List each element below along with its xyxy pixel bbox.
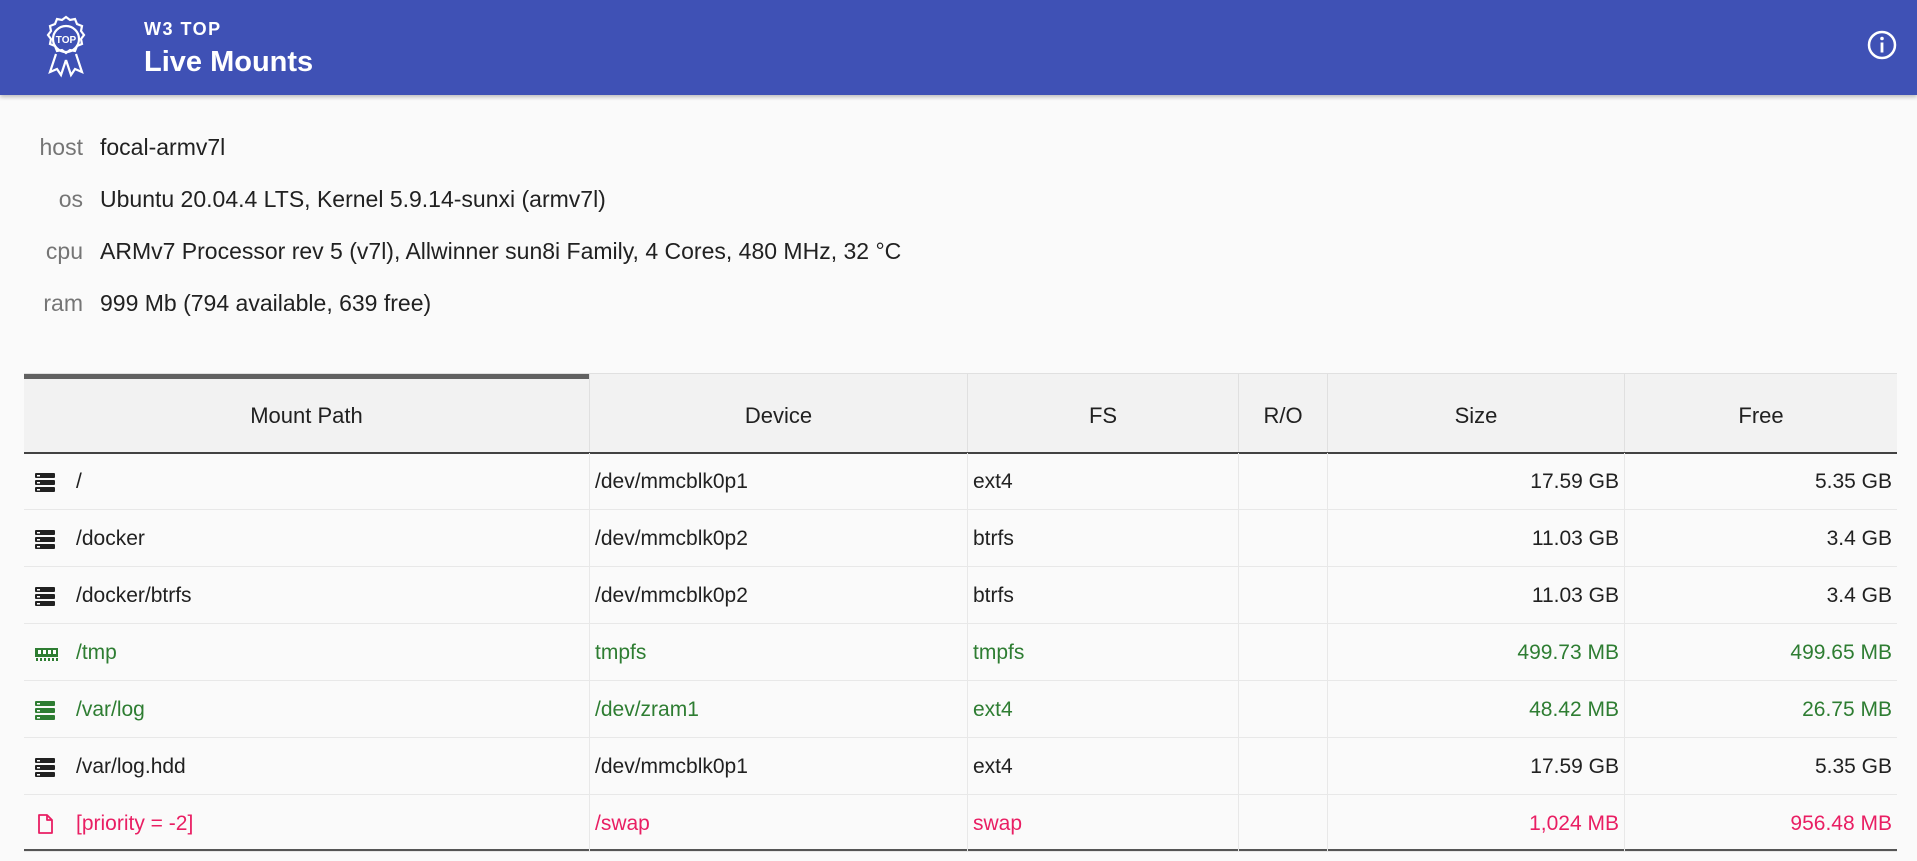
table-row[interactable]: / /dev/mmcblk0p1 ext4 17.59 GB 5.35 GB bbox=[24, 453, 1897, 510]
prop-key: os bbox=[58, 186, 83, 212]
table-row[interactable]: /tmp tmpfs tmpfs 499.73 MB 499.65 MB bbox=[24, 624, 1897, 681]
cell-ro bbox=[1239, 567, 1328, 623]
cell-fs: ext4 bbox=[968, 738, 1239, 794]
cell-ro bbox=[1239, 738, 1328, 794]
column-header-free[interactable]: Free bbox=[1625, 374, 1897, 452]
mounts-table: Mount Path Device FS R/O Size Free / /de… bbox=[24, 373, 1897, 852]
page-title: Live Mounts bbox=[144, 46, 314, 78]
table-header: Mount Path Device FS R/O Size Free bbox=[24, 373, 1897, 454]
table-row[interactable]: /var/log /dev/zram1 ext4 48.42 MB 26.75 … bbox=[24, 681, 1897, 738]
app-subtitle: W3 TOP bbox=[144, 19, 222, 39]
cell-size: 17.59 GB bbox=[1328, 453, 1625, 509]
cell-size: 499.73 MB bbox=[1328, 624, 1625, 680]
column-header-size[interactable]: Size bbox=[1328, 374, 1625, 452]
prop-value: 999 Mb (794 available, 639 free) bbox=[100, 290, 432, 316]
cell-size: 48.42 MB bbox=[1328, 681, 1625, 737]
cell-free: 3.4 GB bbox=[1826, 527, 1892, 550]
prop-key: cpu bbox=[45, 238, 83, 264]
cell-mount-path: / bbox=[24, 453, 590, 509]
prop-cpu: cpu ARMv7 Processor rev 5 (v7l), Allwinn… bbox=[0, 232, 1100, 266]
table-row[interactable]: [priority = -2] /swap swap 1,024 MB 956.… bbox=[24, 795, 1897, 852]
cell-fs: ext4 bbox=[968, 681, 1239, 737]
cell-mount-path: /docker bbox=[24, 510, 590, 566]
prop-key: host bbox=[39, 134, 83, 160]
cell-free: 5.35 GB bbox=[1814, 470, 1892, 493]
prop-value: Ubuntu 20.04.4 LTS, Kernel 5.9.14-sunxi … bbox=[100, 186, 606, 212]
cell-device: /dev/mmcblk0p1 bbox=[590, 738, 968, 794]
cell-free: 5.35 GB bbox=[1814, 755, 1892, 778]
cell-ro bbox=[1239, 795, 1328, 851]
cell-free: 499.65 MB bbox=[1790, 641, 1892, 664]
cell-size: 17.59 GB bbox=[1328, 738, 1625, 794]
info-icon[interactable] bbox=[1866, 29, 1898, 61]
cell-free: 26.75 MB bbox=[1802, 698, 1892, 721]
app-bar: TOP W3 TOP Live Mounts bbox=[0, 0, 1917, 95]
cell-device: tmpfs bbox=[590, 624, 968, 680]
prop-ram: ram 999 Mb (794 available, 639 free) bbox=[0, 284, 1100, 318]
cell-mount-path: /docker/btrfs bbox=[24, 567, 590, 623]
cell-fs: ext4 bbox=[968, 453, 1239, 509]
svg-text:TOP: TOP bbox=[56, 35, 77, 46]
cell-size: 1,024 MB bbox=[1328, 795, 1625, 851]
cell-device: /dev/mmcblk0p2 bbox=[590, 567, 968, 623]
cell-ro bbox=[1239, 681, 1328, 737]
cell-size: 11.03 GB bbox=[1328, 567, 1625, 623]
cell-fs: btrfs bbox=[968, 510, 1239, 566]
column-header-mount-path[interactable]: Mount Path bbox=[24, 374, 590, 452]
cell-size: 11.03 GB bbox=[1328, 510, 1625, 566]
cell-free: 3.4 GB bbox=[1826, 584, 1892, 607]
cell-device: /dev/mmcblk0p1 bbox=[590, 453, 968, 509]
column-header-fs[interactable]: FS bbox=[968, 374, 1239, 452]
table-row[interactable]: /docker /dev/mmcblk0p2 btrfs 11.03 GB 3.… bbox=[24, 510, 1897, 567]
cell-ro bbox=[1239, 453, 1328, 509]
prop-host: host focal-armv7l bbox=[0, 128, 1100, 162]
cell-device: /swap bbox=[590, 795, 968, 851]
cell-device: /dev/mmcblk0p2 bbox=[590, 510, 968, 566]
cell-device: /dev/zram1 bbox=[590, 681, 968, 737]
cell-mount-path: /var/log.hdd bbox=[24, 738, 590, 794]
table-row[interactable]: /docker/btrfs /dev/mmcblk0p2 btrfs 11.03… bbox=[24, 567, 1897, 624]
prop-value: focal-armv7l bbox=[100, 134, 226, 160]
top-badge-icon: TOP bbox=[46, 15, 86, 78]
cell-mount-path: /var/log bbox=[24, 681, 590, 737]
cell-ro bbox=[1239, 510, 1328, 566]
cell-mount-path: /tmp bbox=[24, 624, 590, 680]
cell-fs: tmpfs bbox=[968, 624, 1239, 680]
cell-ro bbox=[1239, 624, 1328, 680]
column-header-device[interactable]: Device bbox=[590, 374, 968, 452]
cell-free: 956.48 MB bbox=[1790, 812, 1892, 835]
prop-key: ram bbox=[43, 290, 83, 316]
cell-fs: swap bbox=[968, 795, 1239, 851]
prop-value: ARMv7 Processor rev 5 (v7l), Allwinner s… bbox=[100, 238, 902, 264]
table-row[interactable]: /var/log.hdd /dev/mmcblk0p1 ext4 17.59 G… bbox=[24, 738, 1897, 795]
cell-mount-path: [priority = -2] bbox=[24, 795, 590, 851]
prop-os: os Ubuntu 20.04.4 LTS, Kernel 5.9.14-sun… bbox=[0, 180, 1100, 214]
column-header-ro[interactable]: R/O bbox=[1239, 374, 1328, 452]
cell-fs: btrfs bbox=[968, 567, 1239, 623]
